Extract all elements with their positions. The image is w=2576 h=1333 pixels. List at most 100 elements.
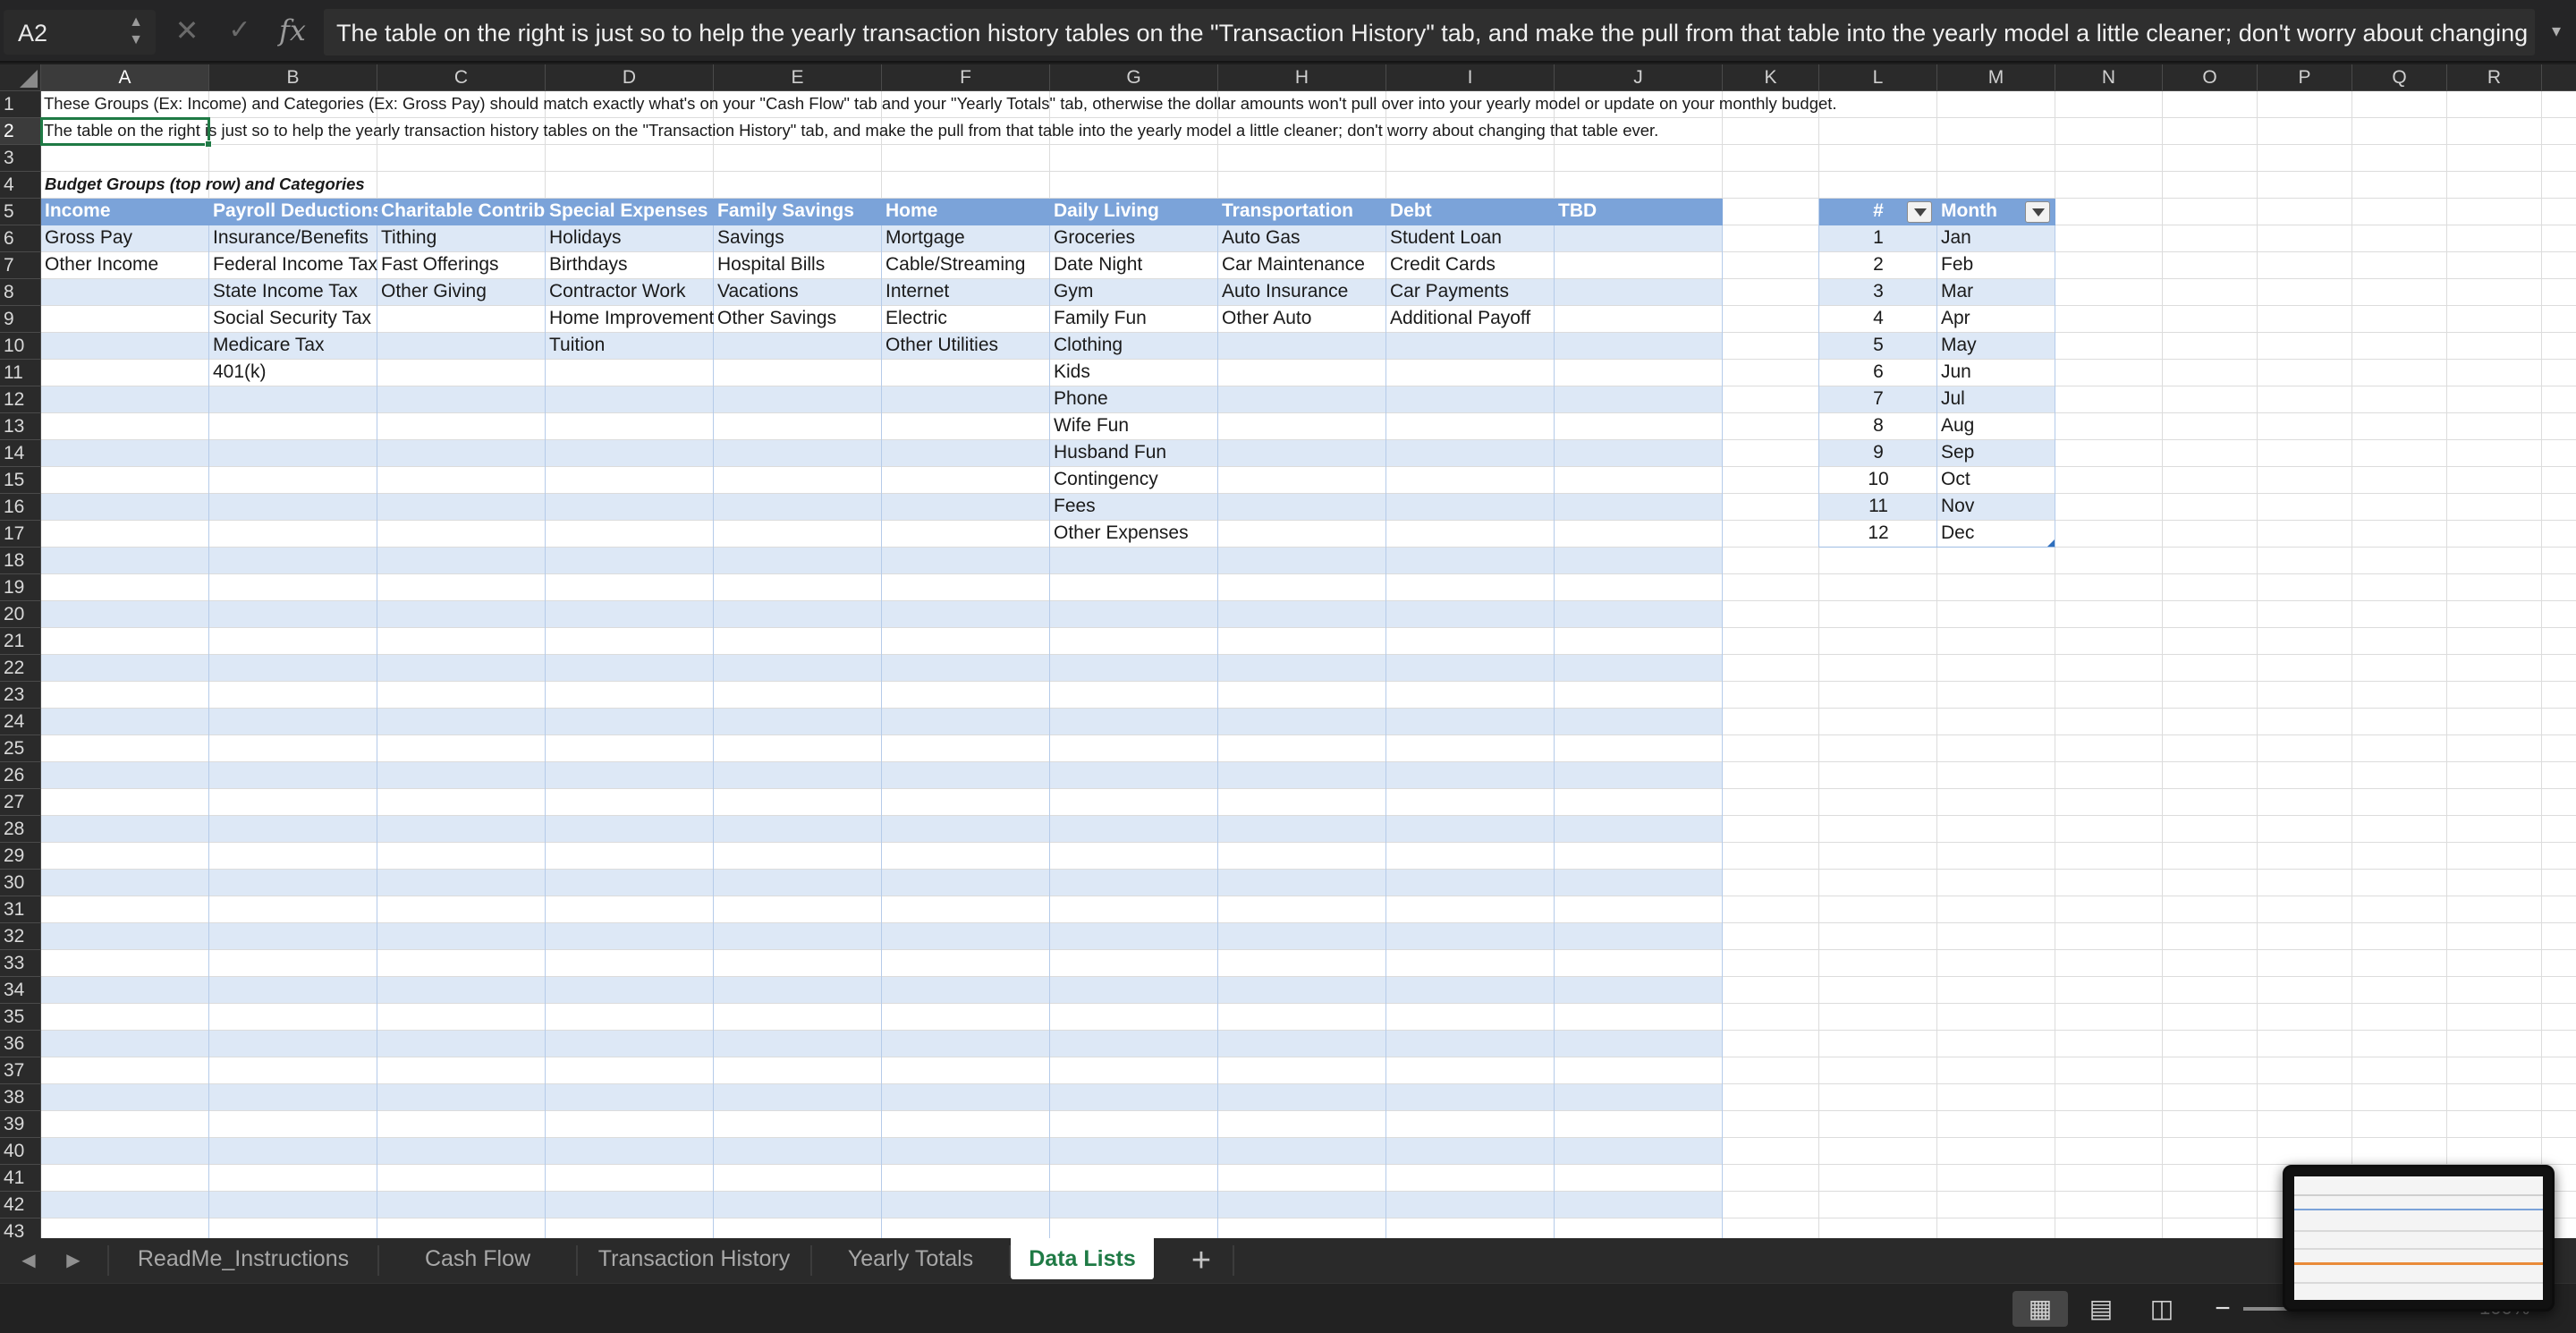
column-header-e[interactable]: E — [714, 64, 882, 91]
category-cell[interactable]: Vacations — [714, 279, 882, 306]
row-header[interactable]: 22 — [0, 655, 41, 682]
add-sheet-button[interactable]: + — [1182, 1242, 1220, 1279]
row-header[interactable]: 12 — [0, 386, 41, 413]
month-number-cell[interactable]: 1 — [1819, 225, 1937, 252]
insert-function-icon[interactable]: fx — [279, 11, 315, 50]
month-name-cell[interactable]: Dec — [1937, 521, 2055, 548]
month-name-cell[interactable]: Oct — [1937, 467, 2055, 494]
month-name-cell[interactable]: Apr — [1937, 306, 2055, 333]
row-header[interactable]: 39 — [0, 1111, 41, 1138]
month-name-cell[interactable]: Jul — [1937, 386, 2055, 413]
row-header[interactable]: 16 — [0, 494, 41, 521]
row-header[interactable]: 29 — [0, 843, 41, 870]
column-header-i[interactable]: I — [1386, 64, 1555, 91]
category-cell[interactable]: Phone — [1050, 386, 1218, 413]
month-name-cell[interactable]: May — [1937, 333, 2055, 360]
active-cell-selection[interactable] — [40, 117, 210, 146]
row-header[interactable]: 17 — [0, 521, 41, 548]
table-resize-handle[interactable] — [2047, 539, 2055, 547]
month-number-cell[interactable]: 11 — [1819, 494, 1937, 521]
column-header-l[interactable]: L — [1819, 64, 1937, 91]
month-number-cell[interactable]: 6 — [1819, 360, 1937, 386]
row-header[interactable]: 37 — [0, 1057, 41, 1084]
month-name-cell[interactable]: Aug — [1937, 413, 2055, 440]
month-number-cell[interactable]: 4 — [1819, 306, 1937, 333]
category-cell[interactable]: Federal Income Tax — [209, 252, 377, 279]
category-cell[interactable]: State Income Tax — [209, 279, 377, 306]
row-header[interactable]: 27 — [0, 789, 41, 816]
row-header[interactable]: 28 — [0, 816, 41, 843]
group-header-tbd[interactable]: TBD — [1555, 199, 1723, 225]
category-cell[interactable]: Other Auto — [1218, 306, 1386, 333]
category-cell[interactable]: Fees — [1050, 494, 1218, 521]
row-header[interactable]: 43 — [0, 1218, 41, 1238]
row-header[interactable]: 31 — [0, 896, 41, 923]
row-header[interactable]: 23 — [0, 682, 41, 709]
category-cell[interactable]: Additional Payoff — [1386, 306, 1555, 333]
category-cell[interactable]: Car Payments — [1386, 279, 1555, 306]
row-header[interactable]: 10 — [0, 333, 41, 360]
column-header-h[interactable]: H — [1218, 64, 1386, 91]
row-header[interactable]: 15 — [0, 467, 41, 494]
column-header-k[interactable]: K — [1723, 64, 1819, 91]
fill-handle[interactable] — [205, 140, 212, 148]
category-cell[interactable]: Insurance/Benefits — [209, 225, 377, 252]
row-header[interactable]: 24 — [0, 709, 41, 735]
row-header[interactable]: 32 — [0, 923, 41, 950]
row-header[interactable]: 6 — [0, 225, 41, 252]
month-name-cell[interactable]: Sep — [1937, 440, 2055, 467]
row-header[interactable]: 33 — [0, 950, 41, 977]
sheet-tab-data-lists[interactable]: Data Lists — [1011, 1238, 1154, 1279]
column-header-d[interactable]: D — [546, 64, 714, 91]
column-header-r[interactable]: R — [2447, 64, 2542, 91]
group-header-special-expenses[interactable]: Special Expenses — [546, 199, 714, 225]
column-header-f[interactable]: F — [882, 64, 1050, 91]
category-cell[interactable]: Auto Insurance — [1218, 279, 1386, 306]
category-cell[interactable]: Gross Pay — [41, 225, 209, 252]
category-cell[interactable]: Credit Cards — [1386, 252, 1555, 279]
row-header[interactable]: 35 — [0, 1004, 41, 1031]
column-header-a[interactable]: A — [41, 64, 209, 91]
category-cell[interactable]: Other Giving — [377, 279, 546, 306]
row-header[interactable]: 21 — [0, 628, 41, 655]
category-cell[interactable]: Groceries — [1050, 225, 1218, 252]
category-cell[interactable]: Kids — [1050, 360, 1218, 386]
row-header[interactable]: 25 — [0, 735, 41, 762]
row-header[interactable]: 13 — [0, 413, 41, 440]
cancel-edit-icon[interactable]: ✕ — [172, 13, 202, 48]
row-header[interactable]: 14 — [0, 440, 41, 467]
row-header[interactable]: 20 — [0, 601, 41, 628]
row-header[interactable]: 9 — [0, 306, 41, 333]
row-header[interactable]: 1 — [0, 91, 41, 118]
month-number-cell[interactable]: 12 — [1819, 521, 1937, 548]
previous-sheet-icon[interactable]: ◀ — [16, 1249, 41, 1272]
category-cell[interactable]: Social Security Tax — [209, 306, 377, 333]
month-name-cell[interactable]: Jun — [1937, 360, 2055, 386]
category-cell[interactable]: Other Utilities — [882, 333, 1050, 360]
category-cell[interactable]: Contractor Work — [546, 279, 714, 306]
month-number-cell[interactable]: 2 — [1819, 252, 1937, 279]
category-cell[interactable]: Other Expenses — [1050, 521, 1218, 548]
month-name-cell[interactable]: Feb — [1937, 252, 2055, 279]
month-name-cell[interactable]: Nov — [1937, 494, 2055, 521]
page-layout-view-icon[interactable]: ▤ — [2073, 1291, 2129, 1327]
row-header[interactable]: 7 — [0, 252, 41, 279]
month-number-cell[interactable]: 8 — [1819, 413, 1937, 440]
row-header[interactable]: 30 — [0, 870, 41, 896]
category-cell[interactable]: Gym — [1050, 279, 1218, 306]
month-name-cell[interactable]: Jan — [1937, 225, 2055, 252]
category-cell[interactable]: Mortgage — [882, 225, 1050, 252]
category-cell[interactable]: Clothing — [1050, 333, 1218, 360]
category-cell[interactable]: Other Savings — [714, 306, 882, 333]
category-cell[interactable]: Savings — [714, 225, 882, 252]
category-cell[interactable]: Tithing — [377, 225, 546, 252]
category-cell[interactable]: Fast Offerings — [377, 252, 546, 279]
formula-input[interactable]: The table on the right is just so to hel… — [324, 9, 2535, 55]
group-header-payroll-deductions[interactable]: Payroll Deductions — [209, 199, 377, 225]
category-cell[interactable]: Electric — [882, 306, 1050, 333]
category-cell[interactable]: Tuition — [546, 333, 714, 360]
row-header[interactable]: 11 — [0, 360, 41, 386]
row-header[interactable]: 42 — [0, 1192, 41, 1218]
sheet-tab-transaction-history[interactable]: Transaction History — [578, 1238, 810, 1279]
zoom-out-button[interactable]: − — [2209, 1291, 2236, 1327]
